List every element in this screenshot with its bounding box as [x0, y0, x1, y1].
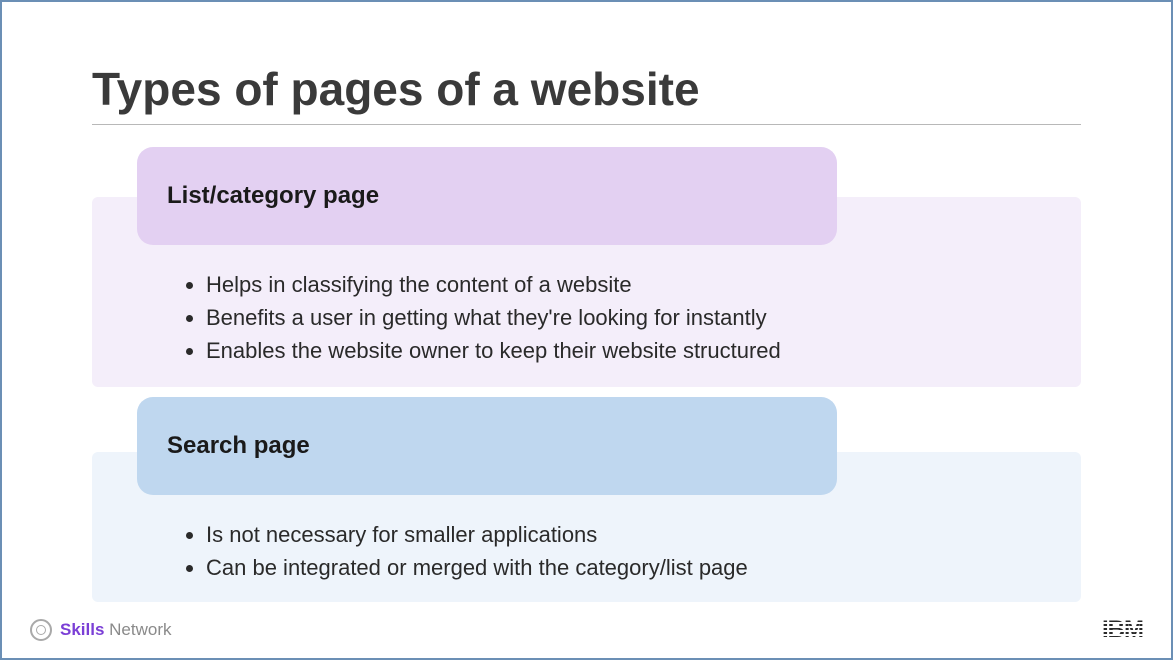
brand-light: Network — [109, 620, 171, 639]
brand-text: Skills Network — [60, 620, 172, 640]
bullet-item: Is not necessary for smaller application… — [206, 520, 1051, 551]
card-heading-text: List/category page — [167, 182, 379, 210]
bullet-list-list-category: Helps in classifying the content of a we… — [182, 270, 1051, 368]
footer: Skills Network IBM — [30, 616, 1143, 644]
ibm-logo: IBM — [1102, 616, 1143, 644]
slide: Types of pages of a website List/categor… — [2, 2, 1171, 658]
bullet-item: Benefits a user in getting what they're … — [206, 303, 1051, 334]
card-header-list-category: List/category page — [137, 147, 837, 245]
card-header-search: Search page — [137, 397, 837, 495]
brand-left: Skills Network — [30, 619, 172, 641]
skills-network-icon — [30, 619, 52, 641]
bullet-item: Can be integrated or merged with the cat… — [206, 553, 1051, 584]
card-heading-text: Search page — [167, 432, 310, 460]
bullet-item: Helps in classifying the content of a we… — [206, 270, 1051, 301]
bullet-item: Enables the website owner to keep their … — [206, 336, 1051, 367]
brand-bold: Skills — [60, 620, 104, 639]
slide-title: Types of pages of a website — [92, 62, 1081, 125]
bullet-list-search: Is not necessary for smaller application… — [182, 520, 1051, 586]
